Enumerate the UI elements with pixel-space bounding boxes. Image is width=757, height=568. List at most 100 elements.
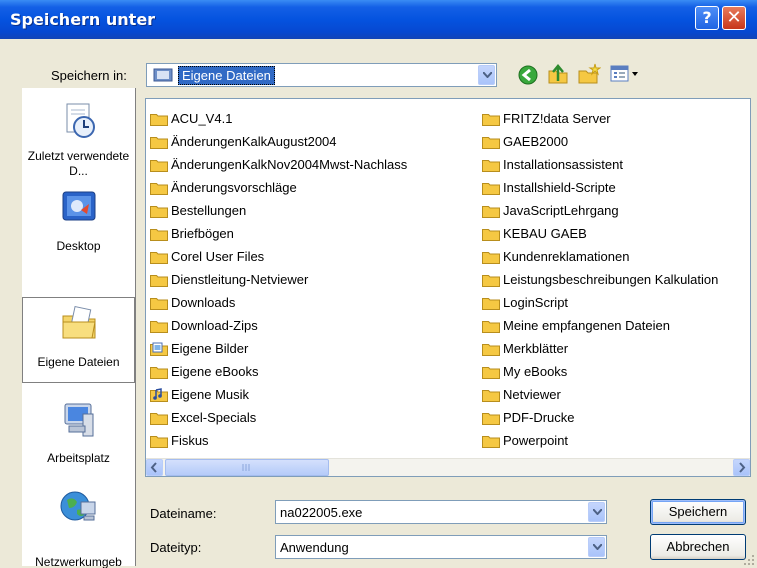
list-item[interactable]: Meine empfangenen Dateien <box>482 314 718 337</box>
file-name: Merkblätter <box>503 341 569 356</box>
folder-icon <box>482 251 500 264</box>
folder-icon <box>482 113 500 126</box>
filetype-select[interactable]: Anwendung <box>275 535 607 559</box>
chevron-right-icon <box>739 462 746 473</box>
file-name: Installationsassistent <box>503 157 623 172</box>
place-my-documents[interactable]: Eigene Dateien <box>22 297 135 383</box>
list-item[interactable]: GAEB2000 <box>482 130 718 153</box>
list-item[interactable]: Excel-Specials <box>150 406 407 429</box>
file-name: Powerpoint <box>503 433 569 448</box>
chevron-down-icon <box>593 544 602 550</box>
file-name: Eigene eBooks <box>171 364 259 379</box>
list-item[interactable]: My eBooks <box>482 360 718 383</box>
list-item[interactable]: Corel User Files <box>150 245 407 268</box>
cancel-button[interactable]: Abbrechen <box>650 534 746 560</box>
folder-icon <box>150 159 168 172</box>
list-item[interactable]: Dienstleitung-Netviewer <box>150 268 407 291</box>
recent-documents-icon <box>66 103 95 138</box>
back-icon[interactable] <box>517 64 539 86</box>
list-item[interactable]: Netviewer <box>482 383 718 406</box>
list-item[interactable]: Eigene Musik <box>150 383 407 406</box>
list-item[interactable]: Installshield-Scripte <box>482 176 718 199</box>
list-item[interactable]: Download-Zips <box>150 314 407 337</box>
file-name: KEBAU GAEB <box>503 226 587 241</box>
file-list[interactable]: ACU_V4.1 ÄnderungenKalkAugust2004 Änderu… <box>145 98 751 477</box>
list-item[interactable]: Installationsassistent <box>482 153 718 176</box>
list-item[interactable]: KEBAU GAEB <box>482 222 718 245</box>
file-name: Eigene Bilder <box>171 341 249 356</box>
scroll-thumb[interactable] <box>165 459 329 476</box>
pictures-folder-icon <box>150 342 168 356</box>
save-in-dropdown-arrow[interactable] <box>478 65 495 85</box>
window-title: Speichern unter <box>10 10 156 29</box>
filename-input[interactable]: na022005.exe <box>275 500 607 524</box>
close-button[interactable]: ✕ <box>722 6 746 30</box>
places-bar: Zuletzt verwendete D... Desktop Eigene D… <box>22 88 136 568</box>
list-item[interactable]: Briefbögen <box>150 222 407 245</box>
file-name: LoginScript <box>503 295 569 310</box>
folder-icon <box>150 228 168 241</box>
list-item[interactable]: Powerpoint <box>482 429 718 452</box>
network-icon <box>60 491 95 521</box>
list-item[interactable]: ÄnderungenKalkAugust2004 <box>150 130 407 153</box>
list-item[interactable]: PDF-Drucke <box>482 406 718 429</box>
list-item[interactable]: Kundenreklamationen <box>482 245 718 268</box>
save-in-label: Speichern in: <box>51 68 127 83</box>
list-item[interactable]: JavaScriptLehrgang <box>482 199 718 222</box>
list-item[interactable]: ACU_V4.1 <box>150 107 407 130</box>
folder-icon <box>150 205 168 218</box>
filename-value: na022005.exe <box>280 505 363 520</box>
folder-icon <box>482 228 500 241</box>
list-item[interactable]: Bestellungen <box>150 199 407 222</box>
new-folder-icon[interactable] <box>577 63 601 85</box>
title-bar[interactable]: Speichern unter ? ✕ <box>0 0 757 39</box>
help-button[interactable]: ? <box>695 6 719 30</box>
list-item[interactable]: Merkblätter <box>482 337 718 360</box>
folder-icon <box>482 182 500 195</box>
grip-icon <box>242 464 250 471</box>
place-recent[interactable]: Zuletzt verwendete D... <box>22 100 135 179</box>
scroll-right-button[interactable] <box>733 459 750 476</box>
horizontal-scrollbar[interactable] <box>146 458 750 476</box>
file-name: ACU_V4.1 <box>171 111 233 126</box>
folder-icon <box>150 136 168 149</box>
file-name: Briefbögen <box>171 226 234 241</box>
folder-icon <box>482 159 500 172</box>
list-item[interactable]: ÄnderungenKalkNov2004Mwst-Nachlass <box>150 153 407 176</box>
list-item[interactable]: FRITZ!data Server <box>482 107 718 130</box>
folder-icon <box>482 389 500 402</box>
filename-dropdown-arrow[interactable] <box>588 502 605 522</box>
list-item[interactable]: Eigene eBooks <box>150 360 407 383</box>
list-item[interactable]: Fiskus <box>150 429 407 452</box>
file-name: Downloads <box>171 295 236 310</box>
folder-icon <box>482 435 500 448</box>
my-documents-icon <box>62 305 96 339</box>
list-item[interactable]: Downloads <box>150 291 407 314</box>
place-network[interactable]: Netzwerkumgeb <box>22 488 135 568</box>
folder-icon <box>482 343 500 356</box>
list-item[interactable]: Leistungsbeschreibungen Kalkulation <box>482 268 718 291</box>
up-folder-icon[interactable] <box>547 63 569 85</box>
save-in-value: Eigene Dateien <box>178 66 275 85</box>
folder-icon <box>482 320 500 333</box>
file-name: ÄnderungenKalkAugust2004 <box>171 134 337 149</box>
save-button[interactable]: Speichern <box>650 499 746 525</box>
file-name: Download-Zips <box>171 318 258 333</box>
place-my-computer[interactable]: Arbeitsplatz <box>22 400 135 465</box>
resize-grip-icon[interactable] <box>743 554 755 566</box>
file-name: Meine empfangenen Dateien <box>503 318 670 333</box>
file-name: Corel User Files <box>171 249 265 264</box>
list-item[interactable]: Änderungsvorschläge <box>150 176 407 199</box>
view-menu-icon[interactable] <box>610 65 640 83</box>
filetype-dropdown-arrow[interactable] <box>588 537 605 557</box>
list-item[interactable]: LoginScript <box>482 291 718 314</box>
list-item[interactable]: Eigene Bilder <box>150 337 407 360</box>
music-folder-icon <box>150 387 168 402</box>
folder-icon <box>482 136 500 149</box>
folder-icon <box>150 113 168 126</box>
save-in-combo[interactable]: Eigene Dateien <box>146 63 497 87</box>
place-desktop[interactable]: Desktop <box>22 188 135 253</box>
chevron-down-icon <box>593 509 602 515</box>
scroll-left-button[interactable] <box>146 459 163 476</box>
folder-icon <box>482 366 500 379</box>
